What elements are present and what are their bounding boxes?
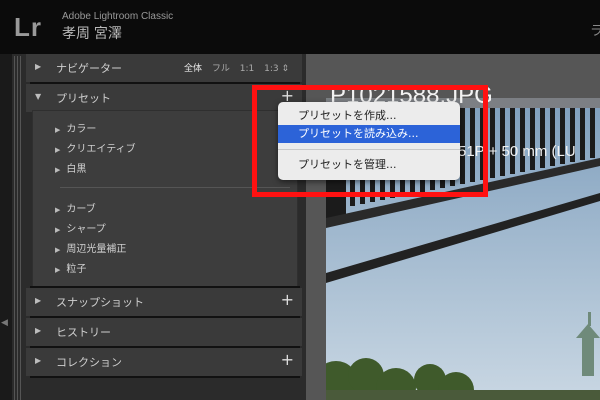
collections-header[interactable]: ▶ コレクション +: [26, 348, 302, 376]
expand-triangle-icon: ▶: [55, 206, 61, 214]
expand-triangle-icon: ▶: [55, 146, 61, 154]
preset-group-creative[interactable]: ▶ クリエイティブ: [55, 140, 136, 155]
add-collection-icon[interactable]: +: [281, 350, 294, 369]
module-picker-label[interactable]: ラ: [590, 20, 600, 39]
expand-triangle-icon: ▶: [35, 62, 42, 71]
zoom-1-1-option[interactable]: 1:1: [240, 64, 254, 74]
lightroom-logo: Lr: [14, 12, 42, 42]
snapshots-title: スナップショット: [56, 296, 144, 309]
zoom-fit-option[interactable]: 全体: [184, 64, 202, 74]
expand-triangle-icon: ▶: [35, 326, 42, 335]
expand-triangle-icon: ▶: [55, 226, 61, 234]
expand-triangle-icon: ▶: [35, 356, 42, 365]
expand-triangle-icon: ▶: [55, 246, 61, 254]
collapse-triangle-icon: ▼: [35, 92, 42, 101]
history-title: ヒストリー: [56, 326, 111, 339]
expand-triangle-icon: ▶: [55, 266, 61, 274]
add-snapshot-icon[interactable]: +: [281, 290, 294, 309]
preset-group-bw[interactable]: ▶ 白黒: [55, 160, 86, 175]
snapshots-header[interactable]: ▶ スナップショット +: [26, 288, 302, 316]
preset-group-grain[interactable]: ▶ 粒子: [55, 260, 86, 275]
left-panel-edge[interactable]: [0, 54, 12, 400]
preset-group-sharpen[interactable]: ▶ シャープ: [55, 220, 106, 235]
app-name: Adobe Lightroom Classic: [62, 11, 174, 22]
expand-triangle-icon: ▶: [55, 166, 61, 174]
history-header[interactable]: ▶ ヒストリー: [26, 318, 302, 346]
user-name: 孝周 宮澤: [62, 25, 122, 41]
section-divider: [30, 376, 300, 378]
preset-group-color[interactable]: ▶ カラー: [55, 120, 96, 135]
preset-group-vignette[interactable]: ▶ 周辺光量補正: [55, 240, 126, 255]
navigator-zoom-controls: 全体 フル 1:1 1:3 ⇕: [184, 61, 296, 74]
highlight-annotation-box: [252, 85, 488, 197]
expand-triangle-icon: ▶: [55, 126, 61, 134]
presets-title: プリセット: [56, 92, 111, 105]
preset-group-curve[interactable]: ▶ カーブ: [55, 200, 96, 215]
collections-title: コレクション: [56, 356, 122, 369]
zoom-1-3-option[interactable]: 1:3 ⇕: [264, 64, 289, 74]
zoom-fill-option[interactable]: フル: [212, 64, 230, 74]
navigator-title: ナビゲーター: [56, 62, 122, 75]
expand-triangle-icon: ▶: [35, 296, 42, 305]
collapse-left-panel-icon[interactable]: ◀: [1, 318, 8, 328]
panel-grip[interactable]: [14, 56, 22, 400]
